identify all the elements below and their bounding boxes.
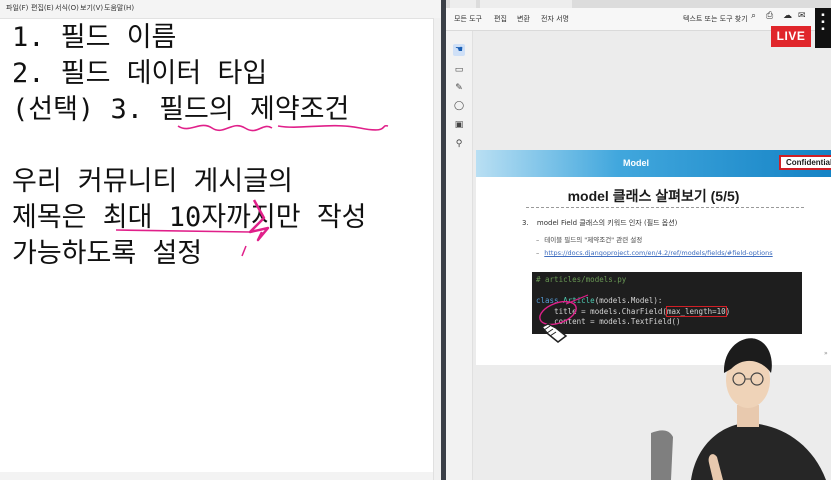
all-tools-button[interactable]: 모든 도구 xyxy=(454,14,482,24)
sub-bullet-link[interactable]: – https://docs.djangoproject.com/en/4.2/r… xyxy=(536,249,773,257)
notepad-window: 파일(F) 편집(E) 서식(O) 보기(V) 도움말(H) 1. 필드 이름 … xyxy=(0,0,442,480)
notepad-statusbar xyxy=(0,472,433,480)
presenter-webcam xyxy=(651,338,826,480)
menu-format[interactable]: 서식(O) xyxy=(55,3,79,13)
text-line: 1. 필드 이름 xyxy=(12,22,177,53)
tab-document[interactable] xyxy=(480,0,572,8)
text-line: 2. 필드 데이터 타입 xyxy=(12,58,268,89)
e-sign-button[interactable]: 전자 서명 xyxy=(541,14,569,24)
menu-file[interactable]: 파일(F) xyxy=(6,3,28,13)
tab-bar xyxy=(446,0,831,8)
text-box-icon[interactable]: ▣ xyxy=(453,119,465,131)
list-item: 3. model Field 클래스의 키워드 인자 (필드 옵션) xyxy=(522,218,677,228)
search-icon[interactable]: ⌕ xyxy=(751,11,756,21)
convert-button[interactable]: 변환 xyxy=(517,14,530,24)
print-icon[interactable]: ⎙ xyxy=(766,11,773,21)
confidential-label: Confidential xyxy=(779,155,831,170)
lasso-icon[interactable]: ◯ xyxy=(453,100,465,112)
sub-bullet-text: 테이블 필드의 "제약조건" 관련 설정 xyxy=(544,236,643,244)
cloud-icon[interactable]: ☁ xyxy=(783,11,792,21)
item-number: 3. xyxy=(522,219,529,227)
text-line: 가능하도록 설정 xyxy=(12,238,203,269)
code-highlight-option: max_length=10 xyxy=(665,305,727,317)
mail-icon[interactable]: ✉ xyxy=(798,11,806,21)
pen-circle-annotation xyxy=(539,294,589,343)
notepad-menubar: 파일(F) 편집(E) 서식(O) 보기(V) 도움말(H) xyxy=(0,0,441,19)
menu-edit[interactable]: 편집(E) xyxy=(31,3,54,13)
text-line: 우리 커뮤니티 게시글의 xyxy=(12,166,293,197)
menu-view[interactable]: 보기(V) xyxy=(80,3,103,13)
tab-home[interactable] xyxy=(450,0,476,8)
channel-logo: ▪ ▪ ▪ xyxy=(815,8,831,48)
code-text: ) xyxy=(725,306,731,316)
dash-icon: – xyxy=(536,236,540,244)
menu-help[interactable]: 도움말(H) xyxy=(104,3,134,13)
slide-section-title: Model xyxy=(623,158,649,168)
text-line: 제목은 최대 10자까지만 작성 xyxy=(12,202,367,233)
item-text: model Field 클래스의 키워드 인자 (필드 옵션) xyxy=(536,219,678,227)
slide-title: model 클래스 살펴보기 (5/5) xyxy=(567,188,740,204)
title-divider xyxy=(526,207,804,208)
edit-button[interactable]: 편집 xyxy=(494,14,507,24)
text-line xyxy=(12,128,440,164)
code-comment: # articles/models.py xyxy=(536,275,627,284)
docs-link[interactable]: https://docs.djangoproject.com/en/4.2/re… xyxy=(544,249,772,257)
search-tools-field[interactable]: 텍스트 또는 도구 찾기 xyxy=(683,14,748,24)
notepad-text-area[interactable]: 1. 필드 이름 2. 필드 데이터 타입 (선택) 3. 필드의 제약조건 우… xyxy=(12,20,440,272)
stamp-icon[interactable]: ⚲ xyxy=(453,138,465,150)
comment-icon[interactable]: ▭ xyxy=(453,64,465,76)
pen-icon[interactable]: ✎ xyxy=(453,82,465,94)
sub-bullet: – 테이블 필드의 "제약조건" 관련 설정 xyxy=(536,234,642,244)
live-badge: LIVE xyxy=(771,26,811,47)
select-hand-icon[interactable]: ☚ xyxy=(453,44,465,56)
tool-sidebar: ☚ ▭ ✎ ◯ ▣ ⚲ xyxy=(446,31,473,480)
dash-icon: – xyxy=(536,249,540,257)
pdf-viewer-window: 모든 도구 편집 변환 전자 서명 텍스트 또는 도구 찾기 ⌕ ⎙ ☁ ✉ ☚… xyxy=(446,0,831,480)
text-line: (선택) 3. 필드의 제약조건 xyxy=(12,94,350,125)
